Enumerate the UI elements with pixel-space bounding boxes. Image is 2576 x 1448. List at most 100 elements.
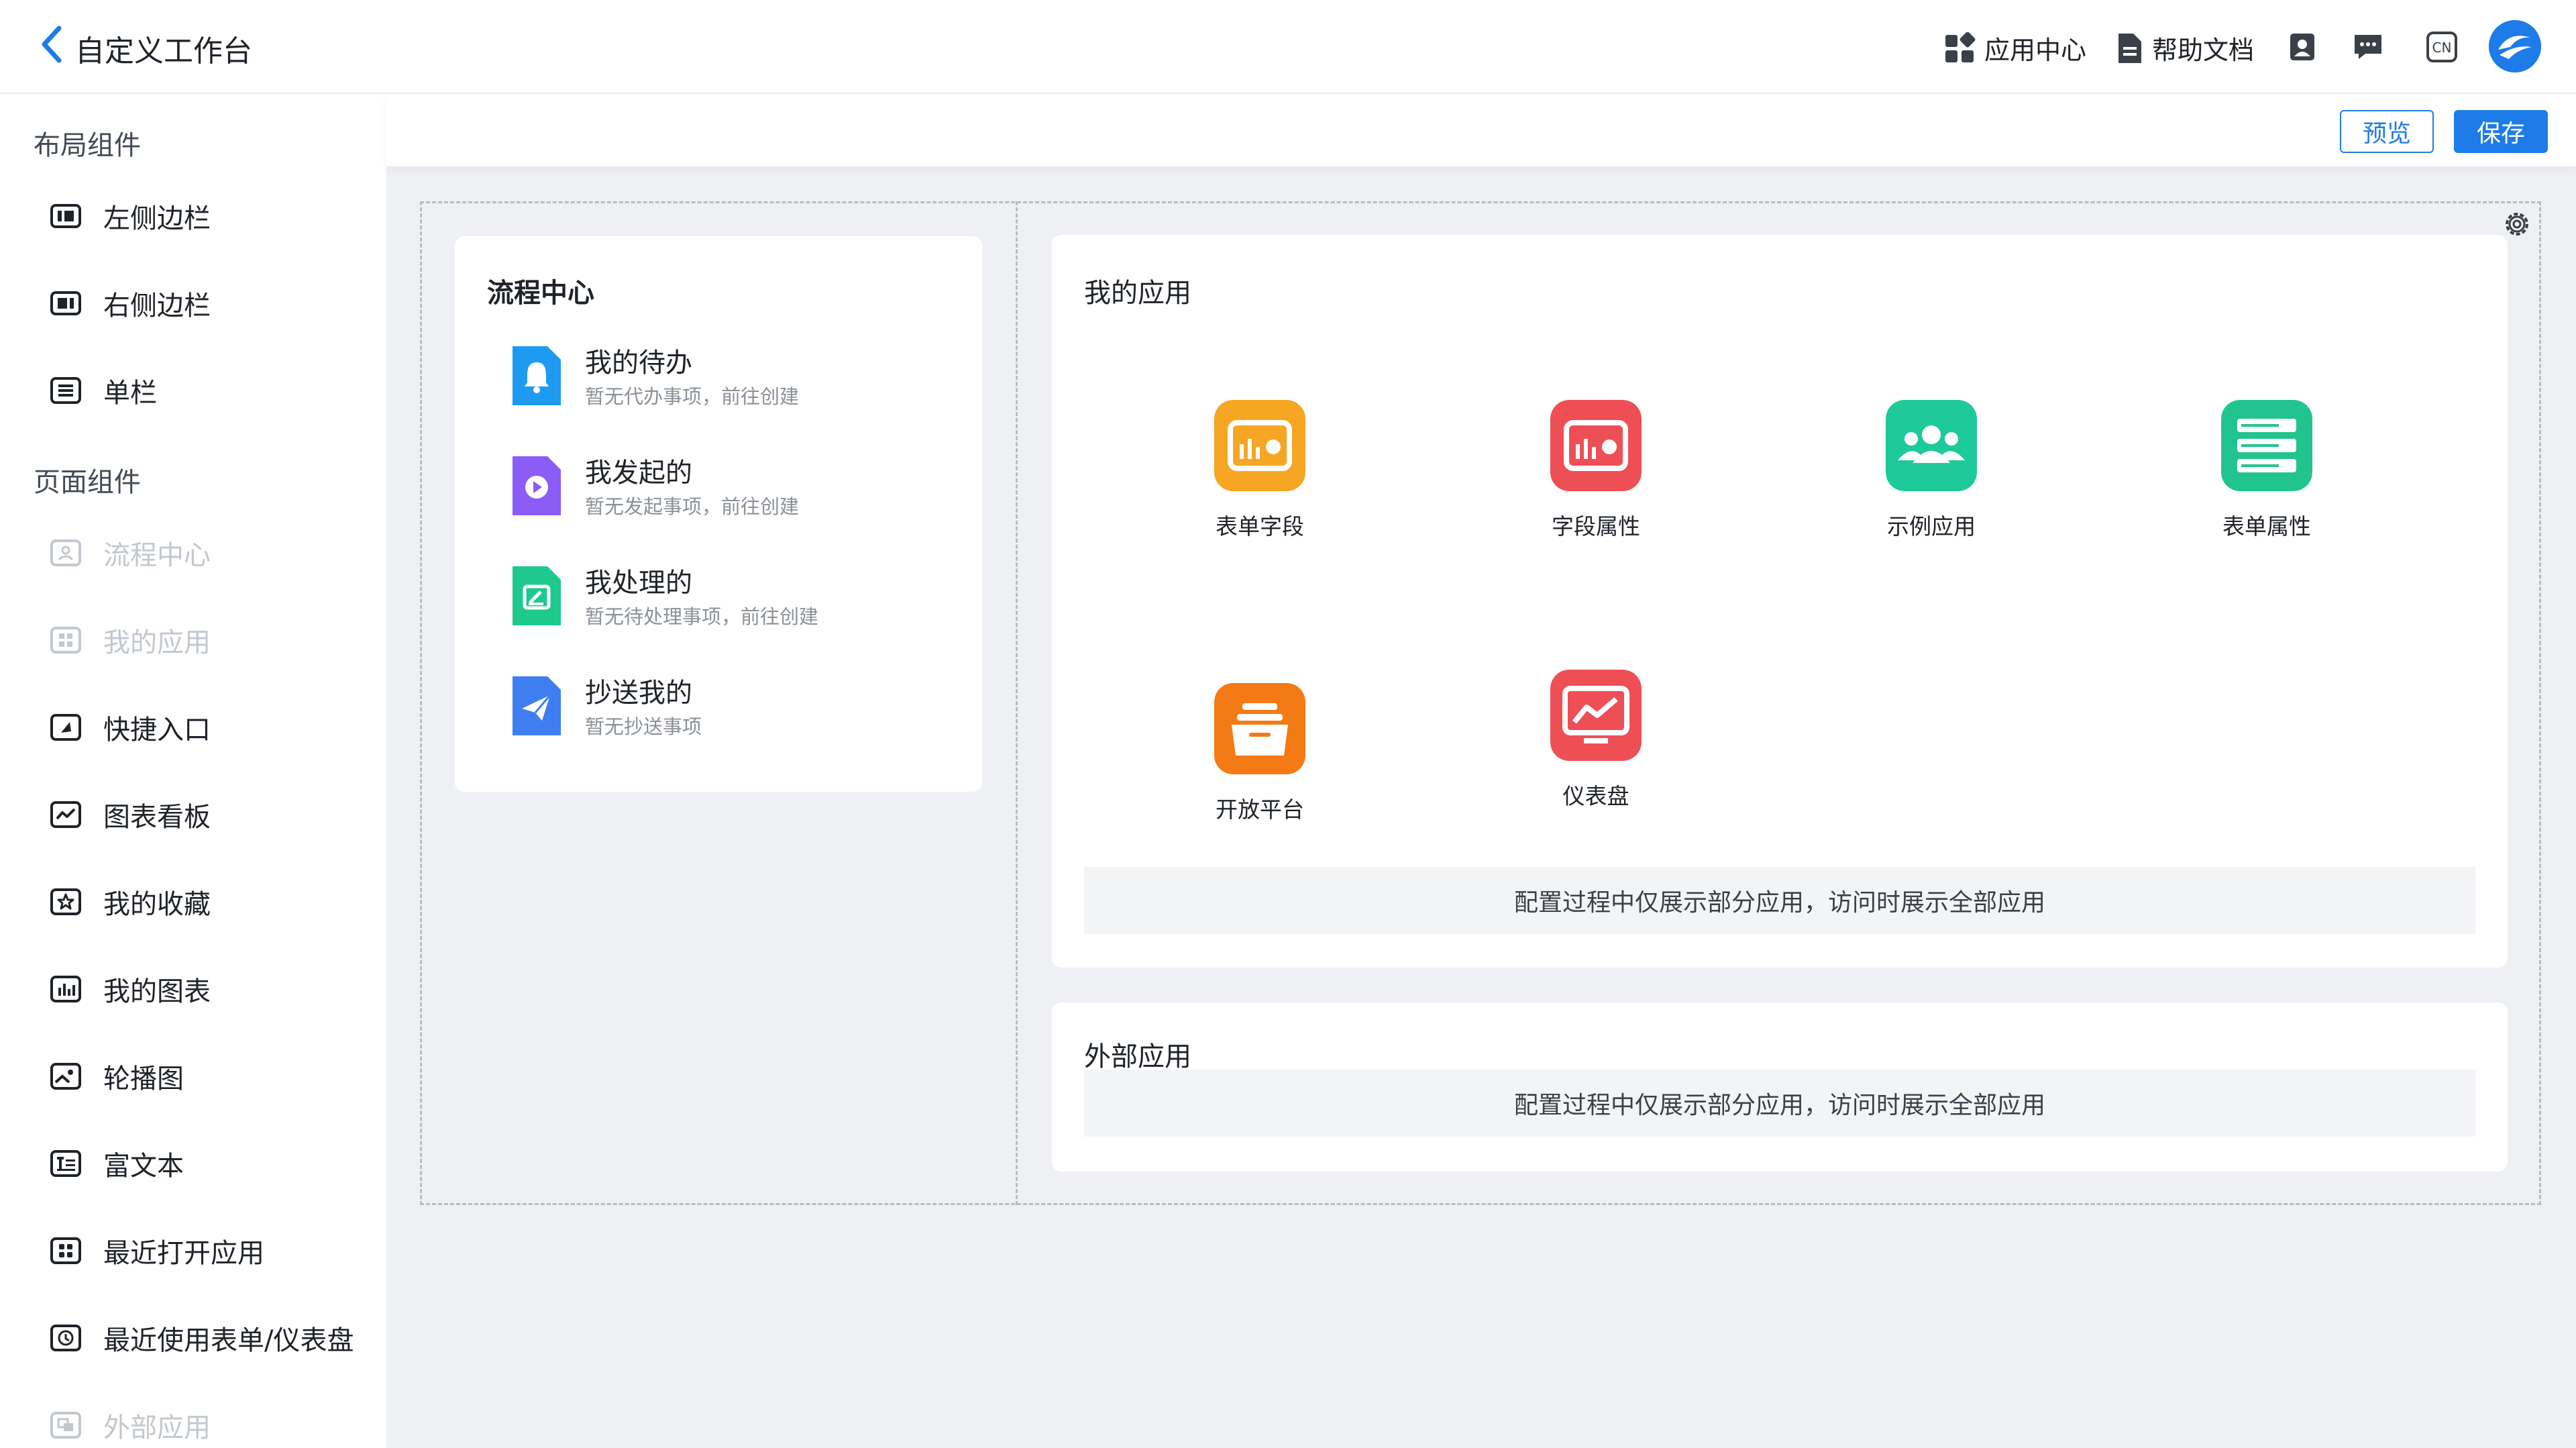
- app-sample[interactable]: 示例应用: [1844, 400, 2019, 541]
- messages-button[interactable]: [2352, 31, 2384, 63]
- flow-center-card[interactable]: 流程中心 我的待办 暂无代办事项，前往创建 我发起的 暂无发起事项，前往创建 我…: [455, 236, 982, 792]
- my-apps-icon: [50, 627, 81, 654]
- layout-components-title: 布局组件: [34, 130, 141, 161]
- app-name: 仪表盘: [1562, 783, 1629, 809]
- app-name: 示例应用: [1887, 513, 1976, 539]
- sidebar-item-label: 外部应用: [103, 1412, 211, 1443]
- external-app-icon: [50, 1412, 81, 1439]
- help-docs-link[interactable]: 帮助文档: [2114, 30, 2254, 66]
- sidebar-item-flow-center[interactable]: 流程中心: [50, 533, 211, 573]
- save-button[interactable]: 保存: [2454, 110, 2548, 153]
- app-name: 表单属性: [2222, 513, 2311, 539]
- shortcut-icon: [50, 714, 81, 741]
- logo-icon[interactable]: [2489, 20, 2541, 72]
- sidebar-item-carousel[interactable]: 轮播图: [50, 1056, 184, 1096]
- contacts-icon: [2290, 34, 2314, 60]
- clock-icon: [50, 1325, 81, 1351]
- my-apps-notice: 配置过程中仅展示部分应用，访问时展示全部应用: [1084, 867, 2475, 934]
- sidebar-item-label: 最近打开应用: [103, 1238, 264, 1269]
- sidebar-item-left-sidebar[interactable]: 左侧边栏: [50, 196, 211, 236]
- document-icon: [2118, 33, 2141, 63]
- flow-center-icon: [50, 539, 81, 566]
- gear-icon[interactable]: [2501, 208, 2533, 240]
- flow-item-name: 我发起的: [585, 458, 692, 488]
- flow-item-name: 抄送我的: [585, 678, 692, 709]
- bell-icon: [513, 346, 561, 405]
- component-sidebar: 布局组件 左侧边栏 右侧边栏 单栏 页面组件 流程中心 我的应用 快捷入口 图表…: [0, 94, 386, 1448]
- back-button[interactable]: [39, 24, 79, 71]
- app-form-fields[interactable]: 表单字段: [1173, 400, 1347, 541]
- carousel-icon: [50, 1063, 81, 1090]
- people-icon: [1886, 400, 1977, 491]
- sidebar-item-right-sidebar[interactable]: 右侧边栏: [50, 283, 211, 323]
- sidebar-item-label: 富文本: [103, 1151, 184, 1182]
- flow-item-desc: 暂无待处理事项，前往创建: [585, 605, 819, 628]
- contacts-button[interactable]: [2286, 31, 2318, 63]
- app-open-platform[interactable]: 开放平台: [1173, 683, 1347, 824]
- play-icon: [513, 456, 561, 515]
- send-icon: [513, 676, 561, 735]
- flow-item-desc: 暂无发起事项，前往创建: [585, 495, 800, 518]
- field-property-icon: [1550, 400, 1642, 491]
- editor-toolbar: 预览 保存: [386, 94, 2576, 166]
- right-sidebar-icon: [50, 291, 81, 315]
- sidebar-item-label: 快捷入口: [103, 715, 211, 745]
- external-apps-card[interactable]: 外部应用 配置过程中仅展示部分应用，访问时展示全部应用: [1052, 1002, 2508, 1172]
- app-name: 表单字段: [1216, 513, 1304, 539]
- box-icon: [1214, 683, 1305, 774]
- sidebar-item-my-charts[interactable]: 我的图表: [50, 969, 211, 1009]
- external-apps-title: 外部应用: [1084, 1041, 1191, 1072]
- language-button[interactable]: CN: [2426, 31, 2458, 63]
- app-name: 开放平台: [1216, 796, 1304, 823]
- flow-item-desc: 暂无抄送事项: [585, 715, 702, 738]
- sidebar-item-label: 流程中心: [103, 540, 211, 571]
- sidebar-item-single-column[interactable]: 单栏: [50, 370, 157, 411]
- flow-center-title: 流程中心: [487, 278, 594, 309]
- column-divider: [1016, 201, 1018, 1205]
- single-column-icon: [50, 377, 81, 404]
- my-apps-card[interactable]: 我的应用 表单字段 字段属性 示例应用 表单属性 开放平台 仪表盘 配置过程中仅…: [1052, 235, 2508, 968]
- sidebar-item-favorites[interactable]: 我的收藏: [50, 882, 211, 922]
- external-apps-notice: 配置过程中仅展示部分应用，访问时展示全部应用: [1084, 1070, 2475, 1137]
- sidebar-item-external-apps[interactable]: 外部应用: [50, 1405, 211, 1445]
- sidebar-item-rich-text[interactable]: 富文本: [50, 1143, 184, 1184]
- edit-icon: [513, 566, 561, 625]
- flow-item-desc: 暂无代办事项，前往创建: [585, 385, 800, 408]
- sidebar-item-shortcut[interactable]: 快捷入口: [50, 707, 211, 747]
- chart-board-icon: [50, 801, 81, 828]
- preview-button[interactable]: 预览: [2340, 110, 2434, 153]
- app-form-properties[interactable]: 表单属性: [2180, 400, 2354, 541]
- favorite-icon: [50, 888, 81, 915]
- app-name: 字段属性: [1552, 513, 1640, 539]
- flow-item-name: 我处理的: [585, 568, 692, 599]
- grid-icon: [1945, 32, 1976, 62]
- sidebar-item-chart-board[interactable]: 图表看板: [50, 794, 211, 835]
- sidebar-item-label: 最近使用表单/仪表盘: [103, 1325, 354, 1356]
- help-docs-label: 帮助文档: [2152, 36, 2255, 65]
- bar-chart-icon: [50, 976, 81, 1002]
- top-bar: 自定义工作台 应用中心 帮助文档 CN: [0, 0, 2576, 94]
- form-field-icon: [1214, 400, 1305, 491]
- sidebar-item-label: 我的应用: [103, 627, 211, 658]
- app-center-label: 应用中心: [1984, 36, 2087, 65]
- sidebar-item-label: 右侧边栏: [103, 291, 211, 321]
- chat-icon: [2355, 35, 2381, 59]
- sidebar-item-my-apps[interactable]: 我的应用: [50, 620, 211, 660]
- sidebar-item-recent-apps[interactable]: 最近打开应用: [50, 1231, 264, 1271]
- app-field-properties[interactable]: 字段属性: [1509, 400, 1683, 541]
- page-components-title: 页面组件: [34, 467, 141, 498]
- sidebar-item-label: 轮播图: [103, 1064, 184, 1094]
- app-center-link[interactable]: 应用中心: [1944, 30, 2086, 66]
- sidebar-item-label: 左侧边栏: [103, 203, 211, 234]
- sidebar-item-recent-forms[interactable]: 最近使用表单/仪表盘: [50, 1318, 354, 1358]
- sidebar-item-label: 我的收藏: [103, 889, 211, 920]
- rich-text-icon: [50, 1150, 81, 1177]
- language-badge: CN: [2432, 40, 2452, 56]
- recent-apps-icon: [50, 1237, 81, 1264]
- page-title: 自定义工作台: [75, 34, 252, 68]
- left-sidebar-icon: [50, 204, 81, 228]
- dashboard-icon: [1550, 670, 1642, 761]
- flow-item-name: 我的待办: [585, 348, 692, 378]
- chevron-left-icon: [42, 25, 62, 63]
- app-dashboard[interactable]: 仪表盘: [1509, 670, 1683, 811]
